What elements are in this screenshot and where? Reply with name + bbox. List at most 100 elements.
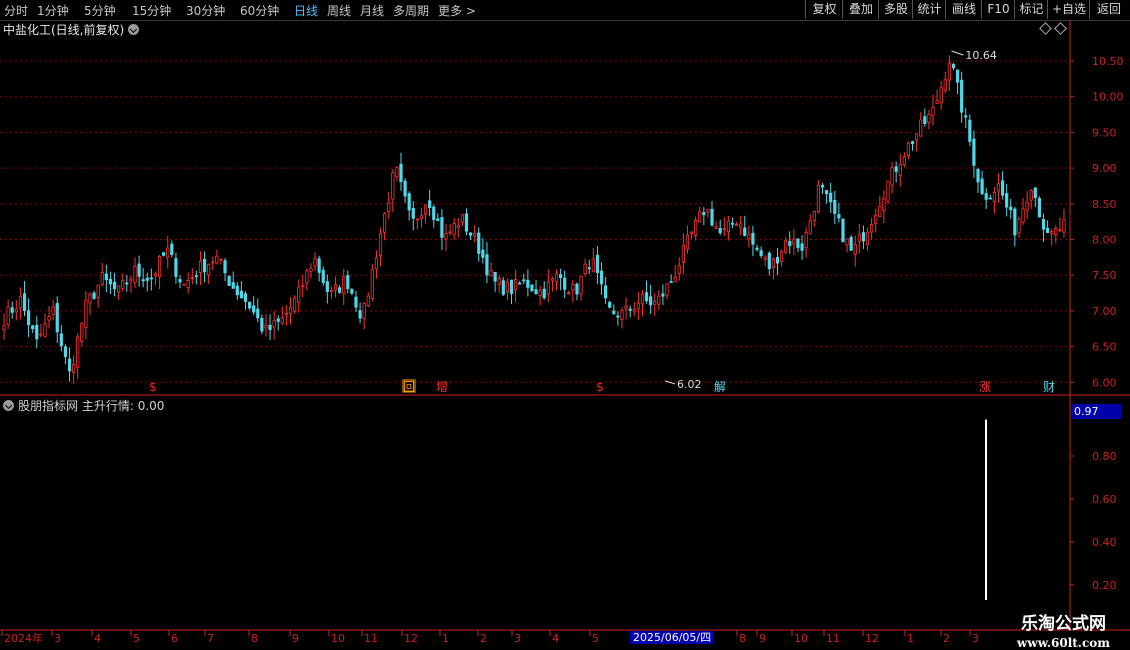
candle-body: [170, 243, 174, 256]
candle-body: [358, 310, 362, 319]
candle-body: [415, 218, 419, 221]
time-axis-label: 2: [480, 632, 487, 645]
time-axis-label: 12: [404, 632, 418, 645]
candle-body: [301, 285, 305, 288]
candle-body: [673, 276, 677, 283]
candle-body: [849, 236, 853, 251]
candle-body: [473, 232, 477, 237]
candle-body: [63, 346, 68, 358]
candle-body: [595, 254, 600, 273]
time-axis-label: 9: [759, 632, 766, 645]
candle-body: [636, 302, 640, 310]
candle-body: [477, 232, 481, 254]
time-axis-label: 2024年: [4, 631, 43, 645]
candle-body: [362, 303, 366, 319]
candle-body: [432, 206, 436, 220]
candle-body: [800, 243, 804, 251]
time-axis-label: 1: [907, 632, 914, 645]
candle-body: [861, 232, 866, 242]
candle-body: [2, 325, 6, 330]
candle-body: [1045, 227, 1050, 234]
candle-body: [1033, 187, 1037, 199]
candle-body: [546, 281, 550, 295]
candle-body: [280, 317, 284, 324]
candle-body: [874, 214, 878, 224]
event-marker: $: [149, 380, 157, 394]
candle-body: [964, 115, 968, 118]
candle-body: [108, 278, 113, 285]
event-marker: 财: [1043, 380, 1055, 394]
candle-body: [792, 238, 796, 245]
candle-body: [22, 293, 27, 311]
candle-body: [632, 308, 636, 312]
candle-body: [436, 218, 440, 222]
candle-body: [370, 269, 374, 299]
event-marker: 解: [714, 380, 726, 394]
candle-body: [870, 224, 874, 233]
candle-body: [771, 258, 776, 269]
candle-body: [534, 289, 538, 295]
candle-body: [522, 279, 526, 282]
candle-body: [775, 257, 780, 264]
candle-body: [960, 79, 964, 113]
candle-body: [714, 226, 718, 229]
candle-body: [779, 251, 784, 262]
candle-body: [55, 303, 59, 333]
candle-body: [464, 213, 469, 232]
indicator-panel: 0.20 0.40 0.60 0.80: [985, 419, 1117, 600]
candle-body: [894, 166, 898, 172]
candle-body: [853, 244, 857, 255]
candle-body: [571, 283, 575, 291]
candle-body: [117, 285, 121, 293]
event-markers[interactable]: $ 回 增 $ 解 涨 财: [149, 379, 1055, 394]
candle-body: [563, 277, 567, 290]
candle-body: [604, 285, 608, 299]
candle-body: [640, 294, 645, 305]
candle-body: [722, 228, 726, 231]
candle-body: [1021, 208, 1025, 223]
candle-body: [833, 199, 837, 214]
chevron-down-icon[interactable]: [3, 400, 14, 411]
indicator-value: 0.00: [137, 399, 165, 413]
time-axis-label: 4: [552, 632, 559, 645]
candle-body: [718, 227, 722, 234]
price-tick-label: 7.00: [1092, 305, 1117, 318]
candle-body: [677, 265, 681, 274]
candle-body: [734, 223, 739, 226]
candle-body: [153, 273, 158, 277]
candle-body: [620, 310, 624, 320]
candle-body: [1017, 218, 1021, 234]
kline-chart[interactable]: 10.64 6.02 $ 回 增 $ 解 涨 财 6.00 6.50 7.00 7.50 8.00 8.…: [0, 0, 1130, 650]
candle-body: [608, 301, 612, 308]
candle-body: [698, 211, 702, 223]
candle-body: [14, 308, 18, 313]
candle-body: [342, 276, 346, 295]
candle-body: [689, 231, 694, 234]
candle-body: [865, 231, 870, 246]
candle-body: [157, 256, 162, 278]
candle-body: [906, 142, 911, 156]
candle-body: [460, 214, 464, 223]
candle-body: [538, 290, 542, 296]
candle-body: [211, 261, 215, 264]
candle-body: [141, 279, 145, 282]
candle-body: [939, 86, 943, 104]
candle-body: [988, 197, 992, 200]
candle-body: [493, 271, 497, 282]
indicator-label: 主升行情:: [81, 399, 134, 413]
candle-body: [67, 358, 72, 372]
candle-body: [243, 293, 248, 302]
candle-body: [915, 133, 919, 141]
candle-body: [812, 210, 816, 221]
candle-body: [18, 296, 23, 309]
price-tick-label: 6.50: [1092, 341, 1117, 354]
candle-body: [1000, 180, 1005, 196]
candle-body: [186, 280, 190, 289]
candle-body: [313, 258, 317, 267]
candle-body: [346, 275, 350, 289]
candle-body: [1029, 190, 1033, 201]
candle-body: [554, 273, 559, 282]
candle-body: [1013, 208, 1017, 236]
candle-body: [992, 191, 996, 202]
candle-body: [751, 232, 755, 245]
